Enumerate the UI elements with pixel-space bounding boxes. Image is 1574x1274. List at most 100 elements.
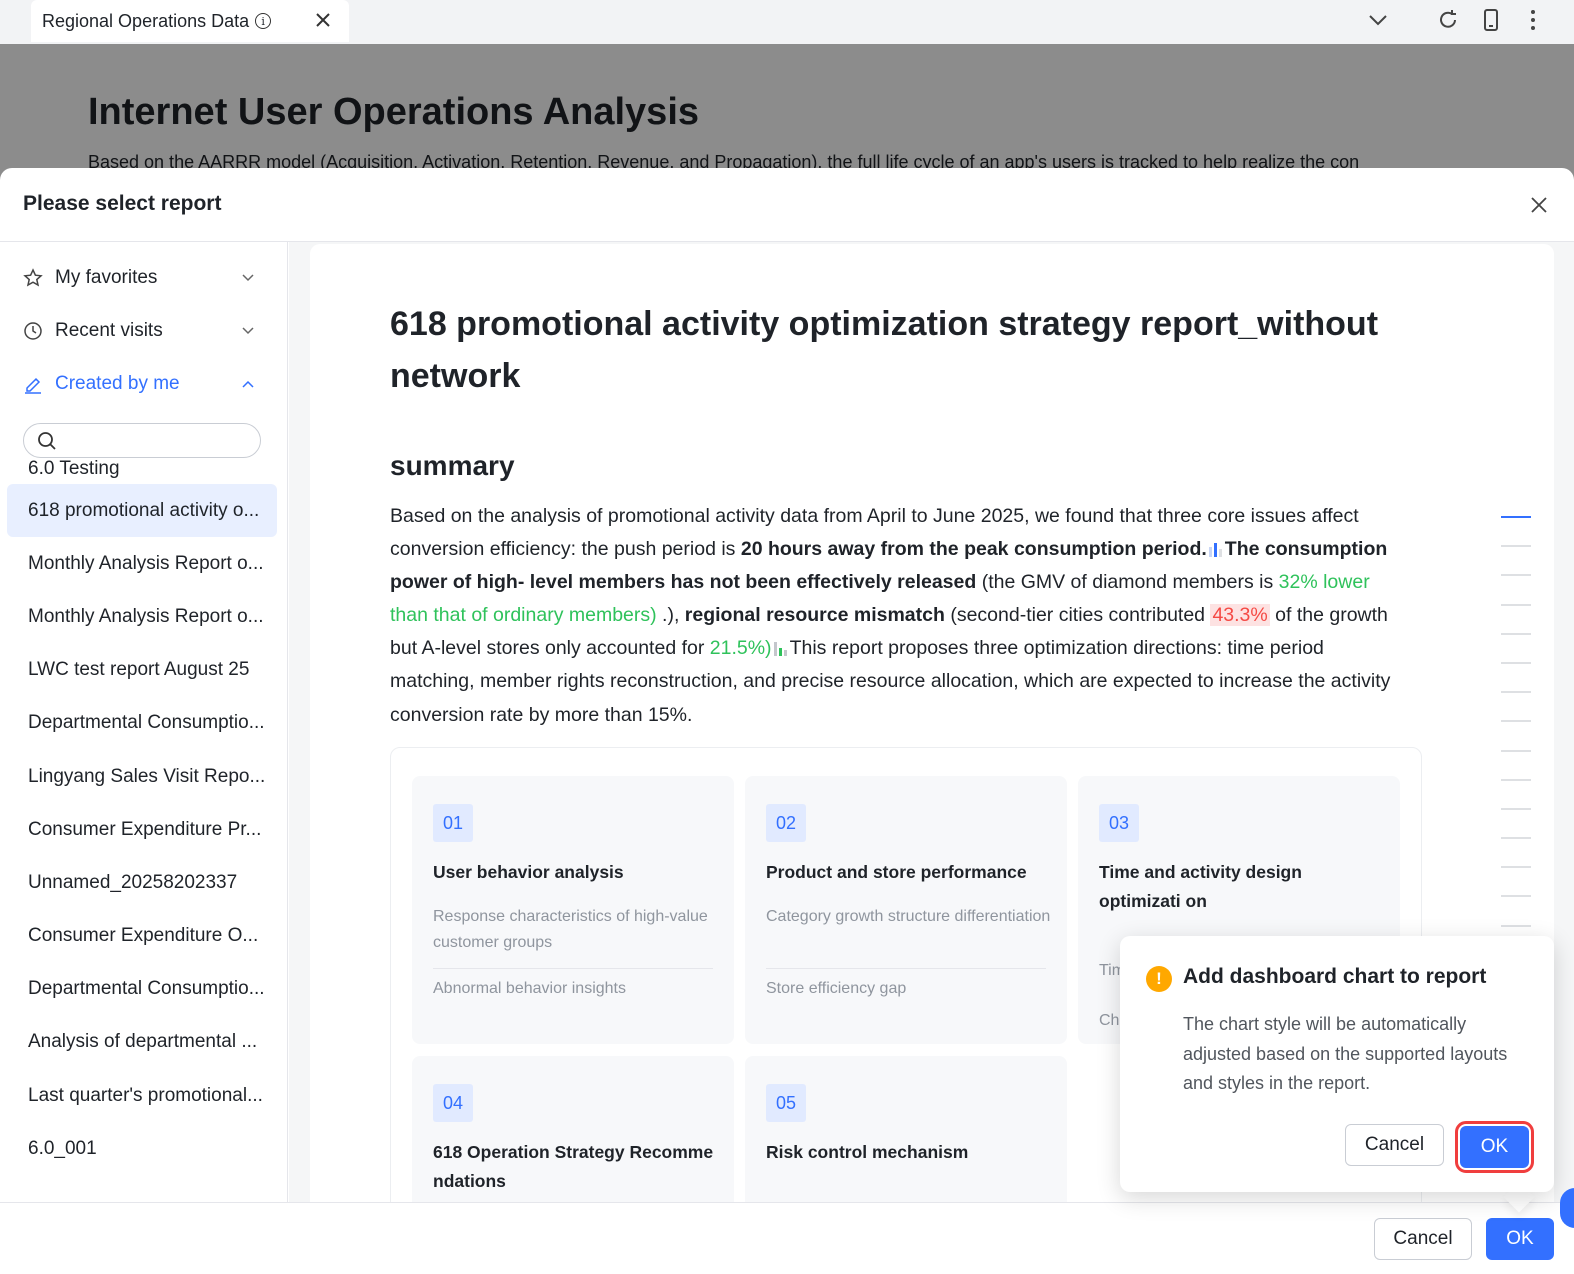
report-item[interactable]: Departmental Consumptio... bbox=[7, 697, 277, 750]
outline-marker[interactable] bbox=[1501, 574, 1531, 577]
card-title: Risk control mechanism bbox=[766, 1142, 969, 1162]
search-box bbox=[23, 423, 261, 458]
card-divider bbox=[766, 968, 1046, 969]
report-item[interactable]: LWC test report August 25 bbox=[7, 644, 277, 697]
nav-label: My favorites bbox=[55, 267, 158, 288]
card-number: 01 bbox=[433, 804, 473, 842]
clock-icon bbox=[24, 322, 42, 340]
outline-marker[interactable] bbox=[1501, 866, 1531, 869]
refresh-icon[interactable] bbox=[1436, 8, 1460, 32]
report-item[interactable]: Analysis of departmental ... bbox=[7, 1016, 277, 1069]
para-bold: 20 hours away from the peak consumption … bbox=[740, 538, 1207, 561]
more-icon[interactable] bbox=[1521, 8, 1545, 32]
outline-marker[interactable] bbox=[1501, 895, 1531, 898]
positive-highlight: 21.5%) bbox=[709, 637, 772, 660]
card-desc: Response characteristics of high-value c… bbox=[433, 908, 708, 951]
toc-card[interactable]: 05 Risk control mechanism bbox=[745, 1056, 1067, 1204]
report-item[interactable]: Unnamed_20258202337 bbox=[7, 856, 277, 909]
card-desc: Abnormal behavior insights bbox=[433, 980, 626, 997]
report-item[interactable]: Monthly Analysis Report o... bbox=[7, 537, 277, 590]
outline-marker[interactable] bbox=[1501, 632, 1531, 635]
search-input[interactable] bbox=[64, 428, 254, 453]
para-text: (the GMV of diamond members is bbox=[976, 571, 1279, 594]
toc-card[interactable]: 01 User behavior analysis Response chara… bbox=[412, 776, 734, 1044]
report-sidebar: My favorites Recent visits Created by me… bbox=[0, 242, 288, 1202]
para-bold: regional resource mismatch bbox=[684, 604, 945, 627]
report-title: 618 promotional activity optimization st… bbox=[390, 305, 1379, 395]
star-icon bbox=[23, 268, 43, 287]
report-item[interactable]: Departmental Consumptio... bbox=[7, 963, 277, 1016]
chevron-down-icon[interactable] bbox=[1366, 8, 1390, 32]
report-item[interactable]: 6.0 Testing bbox=[7, 454, 277, 484]
report-item-selected[interactable]: 618 promotional activity o... bbox=[7, 484, 277, 538]
popconfirm-cancel-button[interactable]: Cancel bbox=[1345, 1124, 1444, 1166]
report-item[interactable]: 6.0_001 bbox=[7, 1122, 277, 1175]
outline-marker[interactable] bbox=[1501, 720, 1531, 723]
chevron-down-icon bbox=[242, 327, 254, 335]
ok-button[interactable]: OK bbox=[1486, 1218, 1554, 1260]
modal-footer: Cancel OK bbox=[0, 1202, 1574, 1274]
report-item[interactable]: Last quarter's promotional... bbox=[7, 1069, 277, 1122]
warning-icon: ! bbox=[1146, 966, 1172, 992]
outline-nav[interactable] bbox=[1501, 516, 1533, 954]
bar-chart-icon bbox=[1208, 543, 1222, 558]
outline-marker[interactable] bbox=[1501, 661, 1531, 664]
assistant-float-button[interactable] bbox=[1560, 1188, 1574, 1228]
outline-marker[interactable] bbox=[1501, 516, 1531, 518]
toc-card[interactable]: 04 618 Operation Strategy Recomme ndatio… bbox=[412, 1056, 734, 1204]
chevron-down-icon bbox=[242, 274, 254, 282]
report-item[interactable]: Monthly Analysis Report o... bbox=[7, 590, 277, 643]
outline-marker[interactable] bbox=[1501, 603, 1531, 606]
para-text: (second-tier cities contributed bbox=[944, 604, 1211, 627]
card-number: 05 bbox=[766, 1084, 806, 1122]
modal-header: Please select report bbox=[0, 168, 1574, 242]
tab-bar: Regional Operations Data i bbox=[0, 0, 1574, 44]
popconfirm-body: The chart style will be automatically ad… bbox=[1183, 1014, 1508, 1093]
tab-title: Regional Operations Data bbox=[42, 10, 250, 31]
card-number: 03 bbox=[1099, 804, 1139, 842]
report-item[interactable]: Consumer Expenditure Pr... bbox=[7, 803, 277, 856]
close-icon[interactable] bbox=[313, 10, 333, 30]
nav-label: Recent visits bbox=[55, 320, 163, 341]
cancel-button[interactable]: Cancel bbox=[1374, 1218, 1472, 1260]
outline-marker[interactable] bbox=[1501, 924, 1531, 927]
report-item[interactable]: Consumer Expenditure O... bbox=[7, 910, 277, 963]
card-desc: Category growth structure differentiatio… bbox=[766, 908, 1051, 925]
card-title: 618 Operation Strategy Recomme ndations bbox=[433, 1142, 714, 1191]
edit-icon bbox=[25, 377, 41, 394]
info-icon[interactable]: i bbox=[255, 13, 272, 29]
outline-marker[interactable] bbox=[1501, 807, 1531, 810]
section-heading: summary bbox=[390, 450, 515, 481]
popconfirm-ok-button[interactable]: OK bbox=[1455, 1121, 1534, 1173]
add-chart-popconfirm: ! Add dashboard chart to report The char… bbox=[1120, 936, 1554, 1192]
card-title: Product and store performance bbox=[766, 862, 1027, 882]
outline-marker[interactable] bbox=[1501, 545, 1531, 548]
chevron-up-icon bbox=[242, 380, 254, 388]
mobile-icon[interactable] bbox=[1479, 8, 1503, 32]
card-desc: Store efficiency gap bbox=[766, 980, 907, 997]
nav-created-by-me[interactable]: Created by me bbox=[23, 369, 263, 399]
nav-my-favorites[interactable]: My favorites bbox=[23, 263, 263, 293]
modal-title: Please select report bbox=[23, 192, 222, 215]
card-title: User behavior analysis bbox=[433, 862, 624, 882]
outline-marker[interactable] bbox=[1501, 691, 1531, 694]
nav-label: Created by me bbox=[55, 373, 180, 394]
toc-card[interactable]: 02 Product and store performance Categor… bbox=[745, 776, 1067, 1044]
outline-marker[interactable] bbox=[1501, 778, 1531, 781]
negative-highlight: 43.3% bbox=[1210, 604, 1270, 627]
card-divider bbox=[433, 968, 713, 969]
popconfirm-title: Add dashboard chart to report bbox=[1183, 965, 1487, 988]
search-icon bbox=[38, 432, 56, 450]
nav-recent-visits[interactable]: Recent visits bbox=[23, 316, 263, 346]
outline-marker[interactable] bbox=[1501, 837, 1531, 840]
tab-regional-operations[interactable]: Regional Operations Data i bbox=[31, 0, 349, 42]
report-item[interactable]: Lingyang Sales Visit Repo... bbox=[7, 750, 277, 803]
para-text: .), bbox=[656, 604, 685, 627]
summary-paragraph: Based on the analysis of promotional act… bbox=[390, 500, 1410, 732]
card-number: 04 bbox=[433, 1084, 473, 1122]
card-number: 02 bbox=[766, 804, 806, 842]
outline-marker[interactable] bbox=[1501, 749, 1531, 752]
report-list: 6.0 Testing 618 promotional activity o..… bbox=[7, 454, 277, 1175]
close-icon[interactable] bbox=[1528, 194, 1550, 216]
card-title: Time and activity design optimizati on bbox=[1099, 862, 1302, 911]
